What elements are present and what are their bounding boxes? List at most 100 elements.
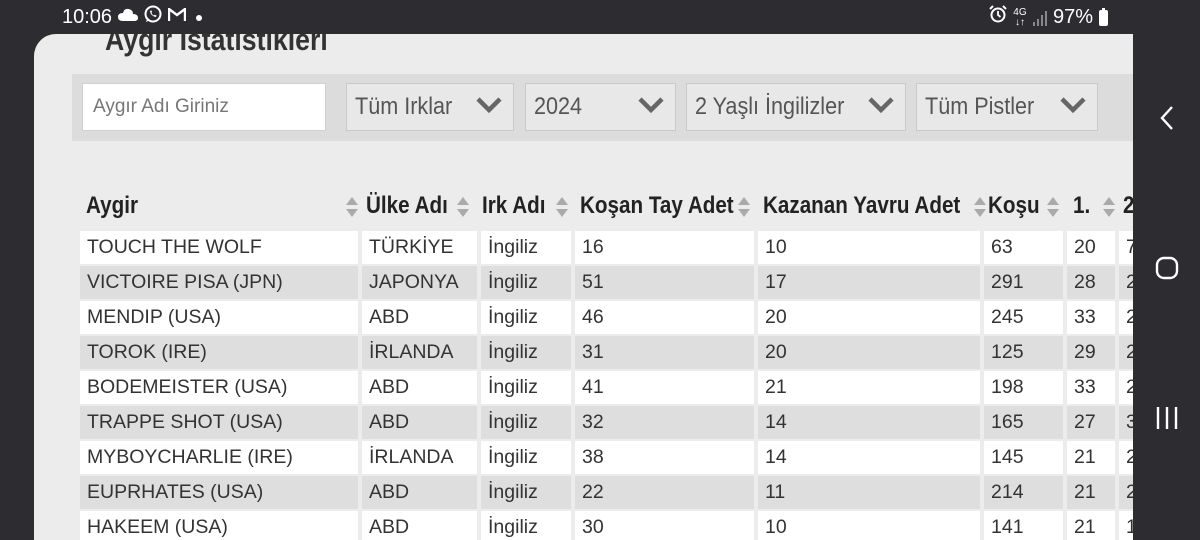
recents-button[interactable] <box>1147 398 1187 438</box>
cell-winners: 20 <box>758 301 980 334</box>
sort-icon <box>738 197 750 217</box>
cell-starts: 145 <box>984 441 1063 474</box>
track-select-value: Tüm Pistler <box>925 93 1035 120</box>
cell-sire: BODEMEISTER (USA) <box>80 371 358 404</box>
chevron-down-icon <box>868 97 894 114</box>
status-bar: 10:06 4G ↓↑ 97% <box>0 0 1200 34</box>
cell-sire: HAKEEM (USA) <box>80 511 358 540</box>
cell-country: İRLANDA <box>362 441 477 474</box>
sire-search-input[interactable] <box>82 83 326 131</box>
filter-bar: Tüm Irklar 2024 2 Yaşlı İngilizler Tüm P… <box>72 74 1133 141</box>
cell-winners: 10 <box>758 511 980 540</box>
network-icon: 4G ↓↑ <box>1013 6 1027 28</box>
home-button[interactable] <box>1147 248 1187 288</box>
cell-runners: 31 <box>575 336 754 369</box>
cell-first: 33 <box>1067 301 1115 334</box>
cell-breed: İngiliz <box>481 336 571 369</box>
cell-sire: TOROK (IRE) <box>80 336 358 369</box>
cell-starts: 245 <box>984 301 1063 334</box>
cell-runners: 46 <box>575 301 754 334</box>
cell-country: TÜRKİYE <box>362 231 477 264</box>
cell-second: 7 <box>1119 231 1133 264</box>
cell-first: 27 <box>1067 406 1115 439</box>
cell-country: ABD <box>362 406 477 439</box>
cell-runners: 22 <box>575 476 754 509</box>
cell-winners: 20 <box>758 336 980 369</box>
cell-first: 33 <box>1067 371 1115 404</box>
cell-second: 2 <box>1119 441 1133 474</box>
chevron-down-icon <box>1060 97 1086 114</box>
cell-country: ABD <box>362 511 477 540</box>
cell-breed: İngiliz <box>481 301 571 334</box>
breed-select-value: Tüm Irklar <box>355 93 453 120</box>
cell-first: 28 <box>1067 266 1115 299</box>
cell-first: 21 <box>1067 441 1115 474</box>
cell-sire: MENDIP (USA) <box>80 301 358 334</box>
column-header-sire[interactable]: Aygir <box>86 186 360 226</box>
track-select[interactable]: Tüm Pistler <box>916 83 1098 131</box>
back-icon <box>1160 106 1173 130</box>
cell-country: JAPONYA <box>362 266 477 299</box>
web-content: Aygır İstatistikleri Tüm Irklar 2024 2 Y… <box>34 34 1133 540</box>
column-header-runners[interactable]: Koşan Tay Adet <box>580 186 752 226</box>
cell-winners: 21 <box>758 371 980 404</box>
back-button[interactable] <box>1147 98 1187 138</box>
cell-breed: İngiliz <box>481 231 571 264</box>
whatsapp-icon <box>144 5 162 30</box>
cell-breed: İngiliz <box>481 371 571 404</box>
sort-icon <box>457 197 469 217</box>
chevron-down-icon <box>638 97 664 114</box>
breed-select[interactable]: Tüm Irklar <box>346 83 514 131</box>
cell-sire: EUPRHATES (USA) <box>80 476 358 509</box>
sort-icon <box>346 197 358 217</box>
cell-starts: 165 <box>984 406 1063 439</box>
cell-country: ABD <box>362 476 477 509</box>
cell-breed: İngiliz <box>481 476 571 509</box>
group-select-value: 2 Yaşlı İngilizler <box>695 93 845 120</box>
cell-country: ABD <box>362 301 477 334</box>
cell-starts: 214 <box>984 476 1063 509</box>
cell-runners: 41 <box>575 371 754 404</box>
battery-percent: 97% <box>1052 6 1093 28</box>
cell-second: 3 <box>1119 406 1133 439</box>
recents-icon <box>1156 407 1178 429</box>
year-select[interactable]: 2024 <box>525 83 676 131</box>
column-header-starts[interactable]: Koşu <box>988 186 1068 226</box>
chevron-down-icon <box>476 97 502 114</box>
column-header-winners[interactable]: Kazanan Yavru Adet <box>763 186 988 226</box>
cell-country: ABD <box>362 371 477 404</box>
cell-breed: İngiliz <box>481 406 571 439</box>
cell-winners: 10 <box>758 231 980 264</box>
sort-icon <box>1047 197 1059 217</box>
cell-sire: VICTOIRE PISA (JPN) <box>80 266 358 299</box>
cell-country: İRLANDA <box>362 336 477 369</box>
cell-runners: 32 <box>575 406 754 439</box>
cell-first: 29 <box>1067 336 1115 369</box>
column-header-first[interactable]: 1. <box>1073 186 1121 226</box>
cell-first: 20 <box>1067 231 1115 264</box>
column-header-breed[interactable]: Irk Adı <box>482 186 572 226</box>
cell-breed: İngiliz <box>481 511 571 540</box>
gmail-icon <box>167 6 187 29</box>
battery-icon <box>1099 7 1108 26</box>
cell-second: 1 <box>1119 511 1133 540</box>
column-header-country[interactable]: Ülke Adı <box>366 186 474 226</box>
home-icon <box>1155 256 1179 280</box>
cell-second: 2 <box>1119 266 1133 299</box>
cell-starts: 63 <box>984 231 1063 264</box>
year-select-value: 2024 <box>534 93 583 120</box>
cell-second: 2 <box>1119 336 1133 369</box>
navigation-bar <box>1133 0 1200 540</box>
cell-runners: 38 <box>575 441 754 474</box>
cell-runners: 51 <box>575 266 754 299</box>
signal-icon <box>1032 10 1047 26</box>
cell-winners: 14 <box>758 441 980 474</box>
cell-winners: 14 <box>758 406 980 439</box>
alarm-icon <box>989 5 1007 30</box>
group-select[interactable]: 2 Yaşlı İngilizler <box>686 83 906 131</box>
column-header-second[interactable]: 2. <box>1123 186 1133 226</box>
cell-starts: 125 <box>984 336 1063 369</box>
cell-second: 2 <box>1119 301 1133 334</box>
cell-first: 21 <box>1067 476 1115 509</box>
cell-winners: 17 <box>758 266 980 299</box>
